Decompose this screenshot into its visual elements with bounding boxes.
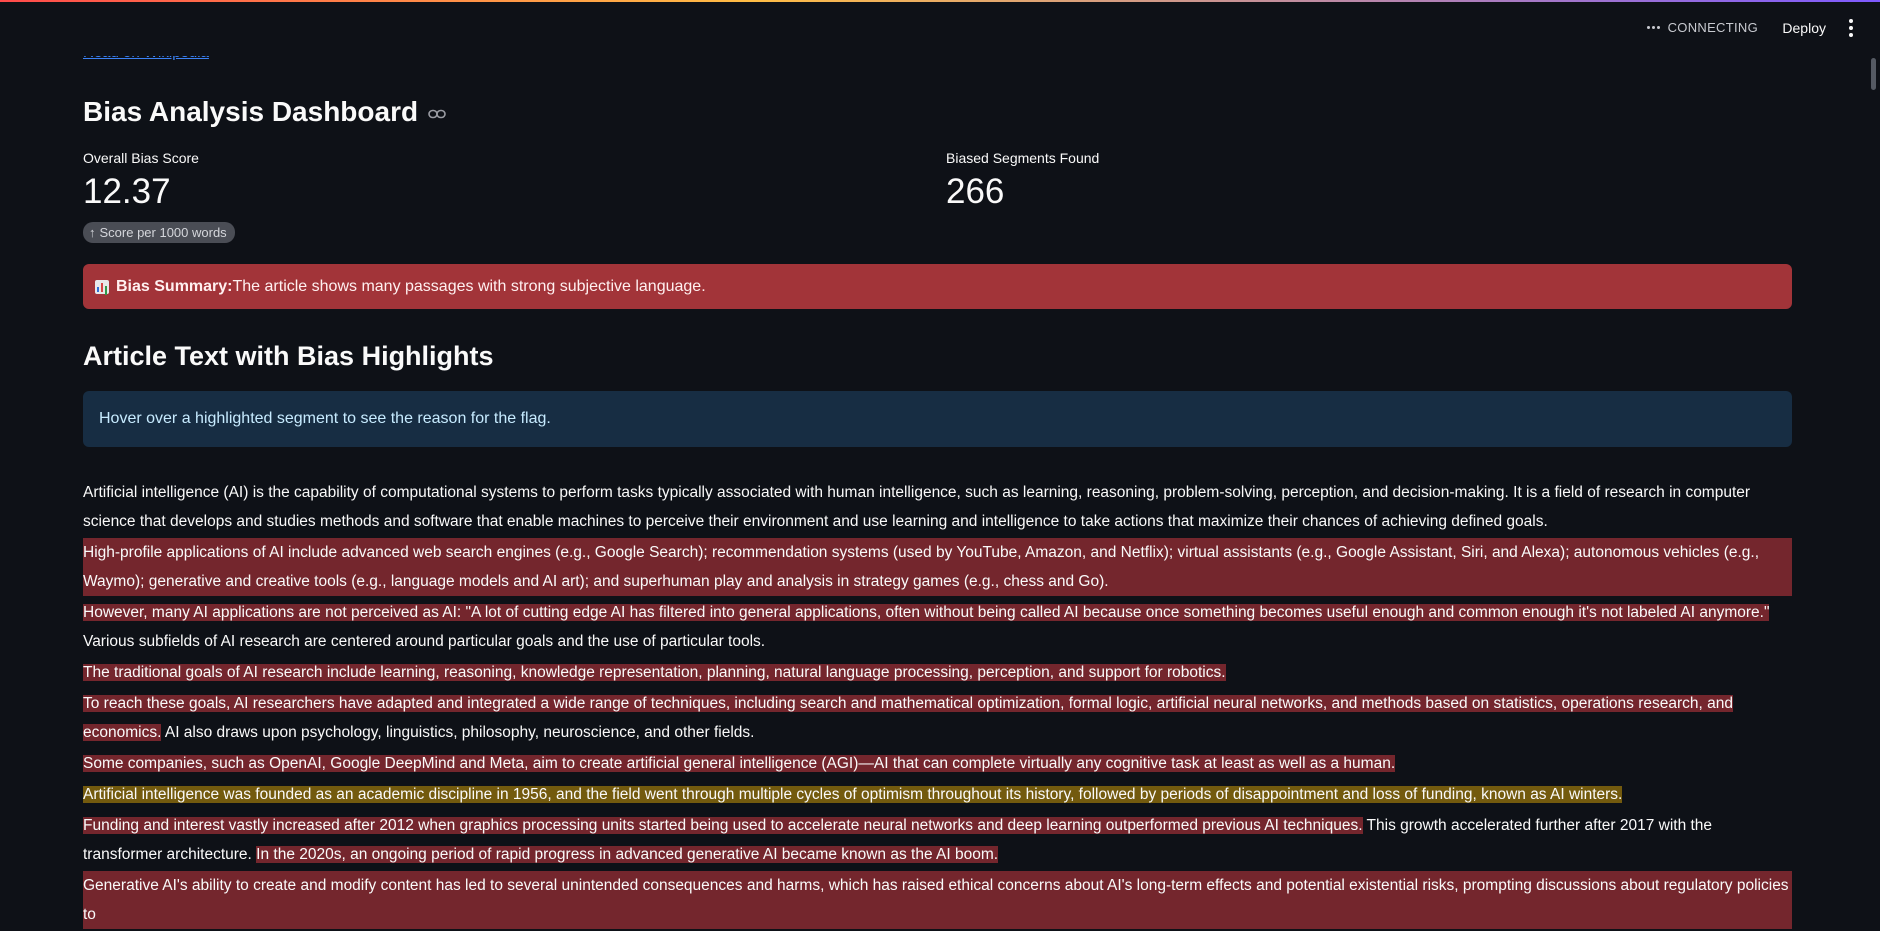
metric-value-biased-segments: 266: [946, 172, 1005, 211]
bar-chart-icon: [95, 279, 109, 294]
status-dots-icon: [1646, 26, 1660, 29]
highlight-segment[interactable]: The traditional goals of AI research inc…: [83, 664, 1226, 681]
page-title-text: Bias Analysis Dashboard: [83, 96, 419, 127]
article-segment: AI also draws upon psychology, linguisti…: [161, 724, 755, 741]
article-paragraph: Artificial intelligence (AI) is the capa…: [83, 484, 1751, 530]
bias-summary-label: Bias Summary:: [116, 277, 233, 295]
highlight-segment[interactable]: Generative AI's ability to create and mo…: [83, 871, 1792, 929]
highlight-segment[interactable]: Some companies, such as OpenAI, Google D…: [83, 755, 1396, 772]
arrow-up-icon: ↑: [89, 225, 96, 240]
article-heading: Article Text with Bias Highlights: [83, 341, 494, 371]
page-title: Bias Analysis Dashboard: [83, 96, 446, 128]
bias-summary-alert: Bias Summary: The article shows many pas…: [83, 264, 1792, 309]
highlight-segment-yellow[interactable]: Artificial intelligence was founded as a…: [83, 786, 1623, 803]
deploy-button[interactable]: Deploy: [1776, 17, 1832, 39]
article-text: Artificial intelligence (AI) is the capa…: [83, 478, 1792, 931]
metric-value-bias-score: 12.37: [83, 172, 171, 211]
hover-info-alert: Hover over a highlighted segment to see …: [83, 391, 1792, 447]
connection-status: CONNECTING: [1646, 20, 1758, 35]
main-menu-icon[interactable]: [1848, 19, 1854, 37]
bias-summary-text: The article shows many passages with str…: [232, 277, 706, 295]
article-segment: Various subfields of AI research are cen…: [83, 633, 766, 650]
app-header: CONNECTING Deploy: [0, 0, 1880, 56]
metric-label-bias-score: Overall Bias Score: [83, 150, 199, 166]
highlight-segment[interactable]: Funding and interest vastly increased af…: [83, 817, 1363, 834]
highlight-segment[interactable]: High-profile applications of AI include …: [83, 538, 1792, 596]
metric-delta-text: Score per 1000 words: [99, 225, 227, 240]
status-text: CONNECTING: [1667, 20, 1758, 35]
anchor-link-icon[interactable]: [428, 109, 446, 119]
scrollbar[interactable]: [1871, 58, 1876, 90]
highlight-segment[interactable]: However, many AI applications are not pe…: [83, 604, 1770, 621]
metric-label-biased-segments: Biased Segments Found: [946, 150, 1100, 166]
metric-delta-badge: ↑ Score per 1000 words: [83, 222, 235, 243]
highlight-segment[interactable]: In the 2020s, an ongoing period of rapid…: [256, 846, 999, 863]
